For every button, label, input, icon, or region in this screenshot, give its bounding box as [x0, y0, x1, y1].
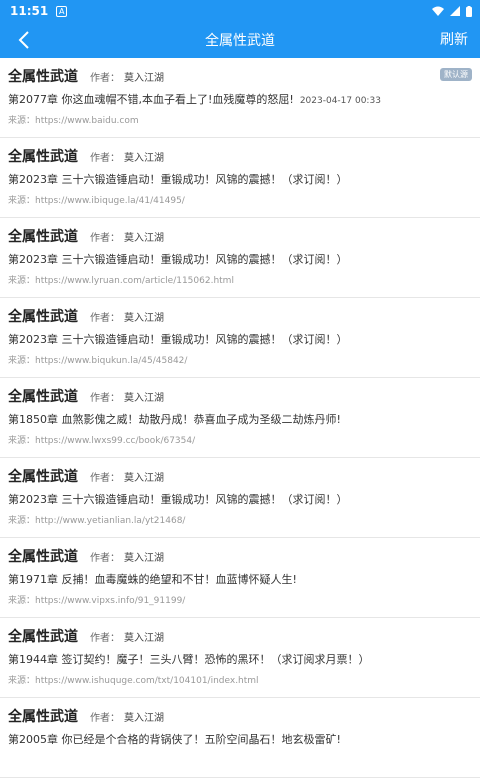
source-line: 来源：https://www.ishuquge.com/txt/104101/i… [8, 673, 472, 686]
back-button[interactable] [10, 26, 38, 54]
source-line: 来源：https://www.ibiquge.la/41/41495/ [8, 193, 472, 206]
source-line: 来源：https://www.biqukun.la/45/45842/ [8, 353, 472, 366]
chapter-title: 第1971章 反捕！血毒魔蛛的绝望和不甘！血蓝博怀疑人生! [8, 573, 297, 586]
source-list-item[interactable]: 全属性武道 作者： 莫入江湖 默认源 第2077章 你这血魂帽不错,本血子看上了… [0, 58, 480, 138]
page-title: 全属性武道 [205, 33, 275, 49]
default-source-badge: 默认源 [440, 68, 472, 81]
source-url: https://www.biqukun.la/45/45842/ [35, 356, 188, 366]
author-name: 莫入江湖 [124, 713, 164, 724]
author-name: 莫入江湖 [124, 633, 164, 644]
source-list-item[interactable]: 全属性武道 作者： 莫入江湖 第2023章 三十六锻造锤启动！重锻成功！风锦的震… [0, 138, 480, 218]
refresh-button[interactable]: 刷新 [440, 22, 468, 58]
latest-chapter: 第2023章 三十六锻造锤启动！重锻成功！风锦的震撼！（求订阅！） [8, 491, 472, 507]
source-url: https://www.vipxs.info/91_91199/ [35, 596, 186, 606]
book-name: 全属性武道 [8, 229, 78, 245]
latest-chapter: 第2023章 三十六锻造锤启动！重锻成功！风锦的震撼！（求订阅！） [8, 171, 472, 187]
source-line: 来源：http://www.yetianlian.la/yt21468/ [8, 513, 472, 526]
source-list-item[interactable]: 全属性武道 作者： 莫入江湖 第2023章 三十六锻造锤启动！重锻成功！风锦的震… [0, 298, 480, 378]
book-name: 全属性武道 [8, 469, 78, 485]
author-label: 作者： [90, 153, 120, 164]
back-arrow-icon [18, 31, 29, 49]
source-label: 来源： [8, 116, 36, 126]
chapter-title: 第2023章 三十六锻造锤启动！重锻成功！风锦的震撼！（求订阅！） [8, 253, 348, 266]
source-url: http://www.yetianlian.la/yt21468/ [35, 516, 186, 526]
latest-chapter: 第2023章 三十六锻造锤启动！重锻成功！风锦的震撼！（求订阅！） [8, 251, 472, 267]
source-url: https://www.lyruan.com/article/115062.ht… [35, 276, 234, 286]
source-label: 来源： [8, 356, 36, 366]
book-name: 全属性武道 [8, 549, 78, 565]
update-date: 2023-04-17 00:33 [299, 96, 381, 106]
battery-icon [466, 5, 472, 17]
status-icons [432, 5, 472, 17]
source-list-item[interactable]: 全属性武道 作者： 莫入江湖 第2023章 三十六锻造锤启动！重锻成功！风锦的震… [0, 218, 480, 298]
source-list-item[interactable]: 全属性武道 作者： 莫入江湖 第2023章 三十六锻造锤启动！重锻成功！风锦的震… [0, 458, 480, 538]
source-line: 来源：https://www.baidu.com [8, 113, 472, 126]
app-bar: 全属性武道 刷新 [0, 22, 480, 58]
source-url: https://www.lwxs99.cc/book/67354/ [35, 436, 196, 446]
status-time: 11:51 [10, 4, 49, 18]
author-label: 作者： [90, 233, 120, 244]
source-list: 全属性武道 作者： 莫入江湖 默认源 第2077章 你这血魂帽不错,本血子看上了… [0, 58, 480, 778]
source-list-item[interactable]: 全属性武道 作者： 莫入江湖 第1971章 反捕！血毒魔蛛的绝望和不甘！血蓝博怀… [0, 538, 480, 618]
author-name: 莫入江湖 [124, 473, 164, 484]
latest-chapter: 第2077章 你这血魂帽不错,本血子看上了!血残魔尊的怒屈! 2023-04-17… [8, 91, 472, 107]
notification-icon: A [56, 5, 68, 17]
chapter-title: 第2023章 三十六锻造锤启动！重锻成功！风锦的震撼！（求订阅！） [8, 333, 348, 346]
latest-chapter: 第1944章 签订契约！魔子！三头八臂！恐怖的黑环！（求订阅求月票！） [8, 651, 472, 667]
book-name: 全属性武道 [8, 149, 78, 165]
source-line: 来源：https://www.lwxs99.cc/book/67354/ [8, 433, 472, 446]
book-name: 全属性武道 [8, 309, 78, 325]
source-list-item[interactable]: 全属性武道 作者： 莫入江湖 第1850章 血煞影傀之威！劫散丹成！恭喜血子成为… [0, 378, 480, 458]
author-label: 作者： [90, 313, 120, 324]
author-name: 莫入江湖 [124, 393, 164, 404]
latest-chapter: 第2023章 三十六锻造锤启动！重锻成功！风锦的震撼！（求订阅！） [8, 331, 472, 347]
source-list-item[interactable]: 全属性武道 作者： 莫入江湖 第2005章 你已经是个合格的背锅侠了！五阶空间晶… [0, 698, 480, 778]
chapter-title: 第2005章 你已经是个合格的背锅侠了！五阶空间晶石！地玄极雷矿! [8, 733, 341, 746]
author-name: 莫入江湖 [124, 73, 164, 84]
source-label: 来源： [8, 516, 36, 526]
author-label: 作者： [90, 473, 120, 484]
source-label: 来源： [8, 276, 36, 286]
book-name: 全属性武道 [8, 69, 78, 85]
source-url: https://www.ibiquge.la/41/41495/ [35, 196, 185, 206]
author-label: 作者： [90, 393, 120, 404]
source-label: 来源： [8, 196, 36, 206]
source-line: 来源：https://www.vipxs.info/91_91199/ [8, 593, 472, 606]
author-label: 作者： [90, 633, 120, 644]
latest-chapter: 第2005章 你已经是个合格的背锅侠了！五阶空间晶石！地玄极雷矿! [8, 731, 472, 747]
chapter-title: 第1850章 血煞影傀之威！劫散丹成！恭喜血子成为圣级二劫炼丹师! [8, 413, 341, 426]
author-name: 莫入江湖 [124, 313, 164, 324]
author-label: 作者： [90, 73, 120, 84]
author-name: 莫入江湖 [124, 233, 164, 244]
source-label: 来源： [8, 596, 36, 606]
source-url: https://www.baidu.com [35, 116, 139, 126]
chapter-title: 第2023章 三十六锻造锤启动！重锻成功！风锦的震撼！（求订阅！） [8, 493, 348, 506]
source-list-item[interactable]: 全属性武道 作者： 莫入江湖 第1944章 签订契约！魔子！三头八臂！恐怖的黑环… [0, 618, 480, 698]
author-label: 作者： [90, 713, 120, 724]
wifi-icon [432, 6, 444, 16]
source-label: 来源： [8, 436, 36, 446]
source-line: 来源：https://www.lyruan.com/article/115062… [8, 273, 472, 286]
latest-chapter: 第1971章 反捕！血毒魔蛛的绝望和不甘！血蓝博怀疑人生! [8, 571, 472, 587]
book-name: 全属性武道 [8, 389, 78, 405]
source-label: 来源： [8, 676, 36, 686]
signal-icon [450, 6, 460, 16]
author-name: 莫入江湖 [124, 153, 164, 164]
source-url: https://www.ishuquge.com/txt/104101/inde… [35, 676, 259, 686]
chapter-title: 第2077章 你这血魂帽不错,本血子看上了!血残魔尊的怒屈! [8, 93, 294, 106]
author-label: 作者： [90, 553, 120, 564]
book-name: 全属性武道 [8, 709, 78, 725]
book-name: 全属性武道 [8, 629, 78, 645]
chapter-title: 第2023章 三十六锻造锤启动！重锻成功！风锦的震撼！（求订阅！） [8, 173, 348, 186]
latest-chapter: 第1850章 血煞影傀之威！劫散丹成！恭喜血子成为圣级二劫炼丹师! [8, 411, 472, 427]
chapter-title: 第1944章 签订契约！魔子！三头八臂！恐怖的黑环！（求订阅求月票！） [8, 653, 370, 666]
status-bar: 11:51 A [0, 0, 480, 22]
author-name: 莫入江湖 [124, 553, 164, 564]
